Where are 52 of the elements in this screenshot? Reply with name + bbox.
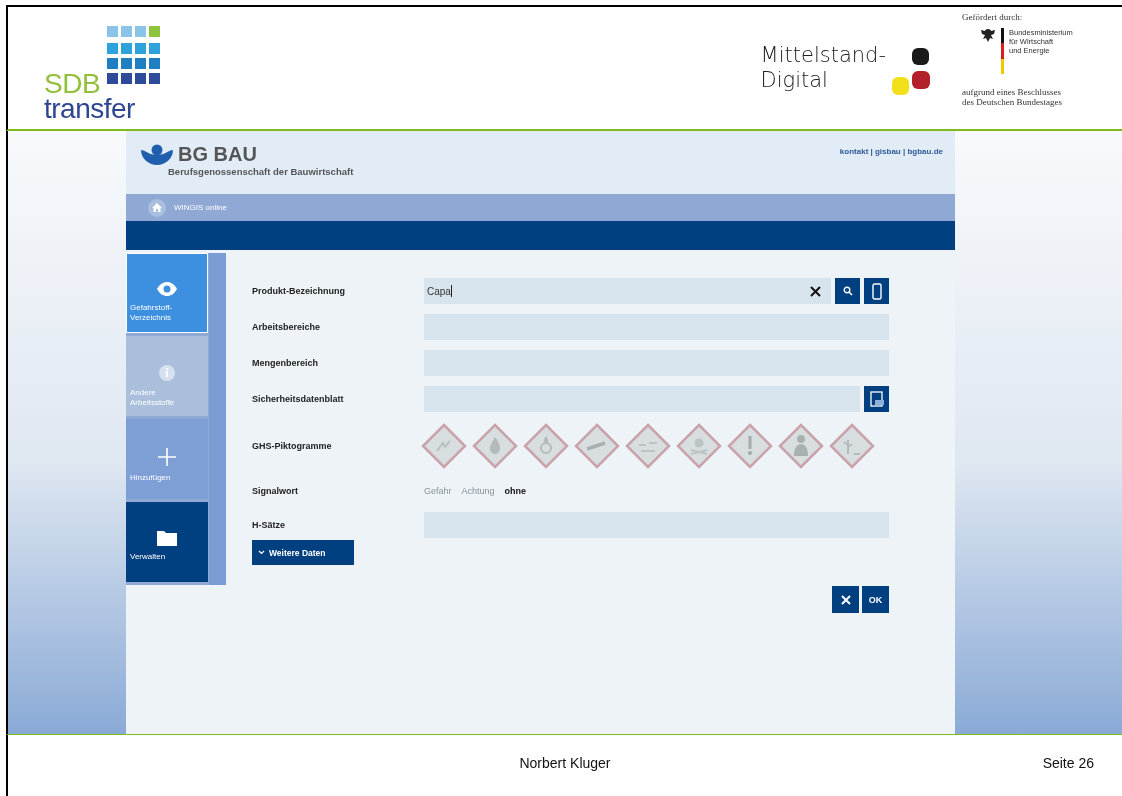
logo-text: transfer [44,95,135,121]
field-label: H-Sätze [252,520,286,530]
funding-note: des Deutschen Bundestages [962,97,1063,108]
funding-note: aufgrund eines Beschlusses [962,88,1062,98]
chevron-icon [258,550,265,555]
eye-icon [156,281,178,297]
flag-stripe-icon [1001,28,1004,74]
folder-icon [157,530,177,546]
health-pictogram-icon[interactable] [778,423,824,469]
close-icon [840,594,851,605]
sidebar-item[interactable]: Verwalten [126,502,208,582]
phone-icon [871,282,882,300]
bg-bau-logo-icon [140,143,174,166]
document-button[interactable] [864,386,889,412]
field-label: Signalwort [252,486,299,496]
brand-name: BG BAU [178,143,257,166]
field-label: Produkt-Bezeichnung [252,286,346,296]
flame-pictogram-icon[interactable] [472,423,518,469]
environment-pictogram-icon[interactable] [829,423,875,469]
cylinder-pictogram-icon[interactable] [574,423,620,469]
field-label: Sicherheitsdatenblatt [252,394,345,404]
field-label: Arbeitsbereiche [252,322,322,332]
logo-text: SDB [44,70,101,96]
search-icon [842,286,853,296]
document-icon [869,391,884,407]
sidebar-item[interactable]: Gefahrstoff-Verzeichnis [126,253,208,333]
home-icon [152,203,162,212]
program-logo-text: Digital [760,68,829,94]
program-logo-text: Mittelstand- [760,43,886,69]
author-name: Norbert Kluger [519,754,611,771]
skull-pictogram-icon[interactable] [676,423,722,469]
eagle-icon [980,28,996,43]
info-icon [158,364,176,382]
cancel-button[interactable] [832,586,859,613]
colored-dots-icon [890,47,932,97]
page-number: Seite 26 [1042,754,1094,771]
brand-subtitle: Berufsgenossenschaft der Bauwirtschaft [168,166,354,177]
field-label: GHS-Piktogramme [252,441,333,451]
ok-button[interactable]: OK [862,586,889,613]
field-label: Mengenbereich [252,358,319,368]
header-links[interactable]: kontakt | gisbau | bgbau.de [839,147,943,194]
more-data-button[interactable]: Weitere Daten [252,540,354,565]
oxidizer-pictogram-icon[interactable] [523,423,569,469]
home-button[interactable] [148,198,166,217]
clear-icon[interactable] [810,285,821,297]
signal-word-option[interactable]: ohne [504,486,527,496]
phone-button[interactable] [864,278,889,304]
input-field[interactable]: Capa [424,278,831,304]
funding-caption: Gefördert durch: [962,12,1024,22]
exclamation-pictogram-icon[interactable] [727,423,773,469]
plus-icon [157,447,177,467]
search-button[interactable] [835,278,860,304]
